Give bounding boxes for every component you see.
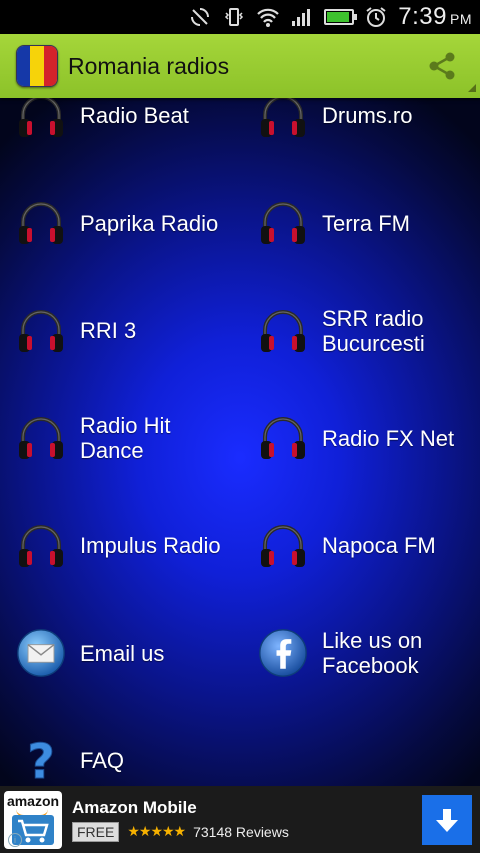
clock: 7:39 PM [398, 3, 472, 30]
amazon-logo[interactable]: amazon i [4, 790, 62, 849]
headphones-icon [16, 98, 66, 141]
radio-grid: Radio Beat Drums.ro Paprika Radio Terra FM R… [0, 98, 480, 786]
headphones-icon [16, 521, 66, 571]
list-item[interactable]: Radio Beat [0, 98, 240, 169]
list-item[interactable]: Napoca FM [242, 492, 480, 599]
review-count: 73148 Reviews [193, 823, 289, 840]
list-item[interactable]: Radio FX Net [242, 385, 480, 492]
rating-stars: ★★★★★ [127, 823, 186, 839]
headphones-icon [16, 413, 66, 463]
list-item-label: Radio Beat [80, 103, 189, 128]
list-item-label: Paprika Radio [80, 210, 219, 236]
list-item[interactable]: ? FAQ [0, 707, 240, 786]
list-item-label: Impulus Radio [80, 533, 221, 558]
wifi-icon [256, 6, 280, 28]
list-item[interactable]: RRI 3 [0, 277, 240, 384]
info-icon[interactable]: i [8, 832, 22, 847]
headphones-icon [258, 521, 308, 571]
romania-flag-icon[interactable] [16, 45, 58, 87]
list-item-label: Terra FM [322, 210, 410, 236]
battery-icon [324, 9, 358, 25]
download-arrow-icon [436, 809, 458, 832]
list-item[interactable]: Email us [0, 600, 240, 707]
price-badge: FREE [72, 821, 120, 842]
headphones-icon [258, 413, 308, 463]
list-item-label: Like us on Facebook [322, 628, 423, 678]
overflow-indicator [468, 84, 476, 92]
list-item[interactable]: SRR radio Bucurcesti [242, 277, 480, 384]
headphones-icon [16, 306, 66, 356]
svg-text:?: ? [27, 736, 55, 786]
sync-off-icon [188, 6, 212, 28]
list-item-label: Napoca FM [322, 533, 436, 558]
status-bar: 7:39 PM [0, 0, 480, 34]
question-mark-icon: ? [16, 736, 66, 786]
list-item-label: Drums.ro [322, 103, 413, 128]
list-item[interactable]: Impulus Radio [0, 492, 240, 599]
share-icon[interactable] [426, 50, 458, 82]
email-icon [16, 628, 66, 678]
download-button[interactable] [422, 795, 472, 845]
app-title: Romania radios [68, 52, 230, 79]
list-item[interactable]: Terra FM [242, 170, 480, 277]
facebook-icon [258, 628, 308, 678]
list-item-label: RRI 3 [80, 318, 137, 343]
headphones-icon [258, 98, 308, 141]
headphones-icon [258, 306, 308, 356]
ad-banner[interactable]: amazon i Amazon Mobile FREE ★★★★★ 73148 … [0, 786, 480, 853]
list-item-label: FAQ [80, 748, 125, 773]
list-item-label: Radio FX Net [322, 425, 455, 451]
list-item[interactable]: Paprika Radio [0, 170, 240, 277]
vibrate-icon [222, 6, 246, 28]
alarm-icon [364, 6, 388, 28]
action-bar: Romania radios [0, 34, 480, 98]
list-item-label: SRR radio Bucurcesti [322, 305, 425, 356]
headphones-icon [16, 198, 66, 248]
list-item[interactable]: Drums.ro [242, 98, 480, 169]
signal-icon [290, 6, 314, 28]
list-item-label: Email us [80, 640, 165, 666]
ad-title: Amazon Mobile [72, 797, 197, 817]
list-item[interactable]: Radio Hit Dance [0, 385, 240, 492]
list-item-label: Radio Hit Dance [80, 413, 171, 463]
headphones-icon [258, 198, 308, 248]
list-item[interactable]: Like us on Facebook [242, 600, 480, 707]
